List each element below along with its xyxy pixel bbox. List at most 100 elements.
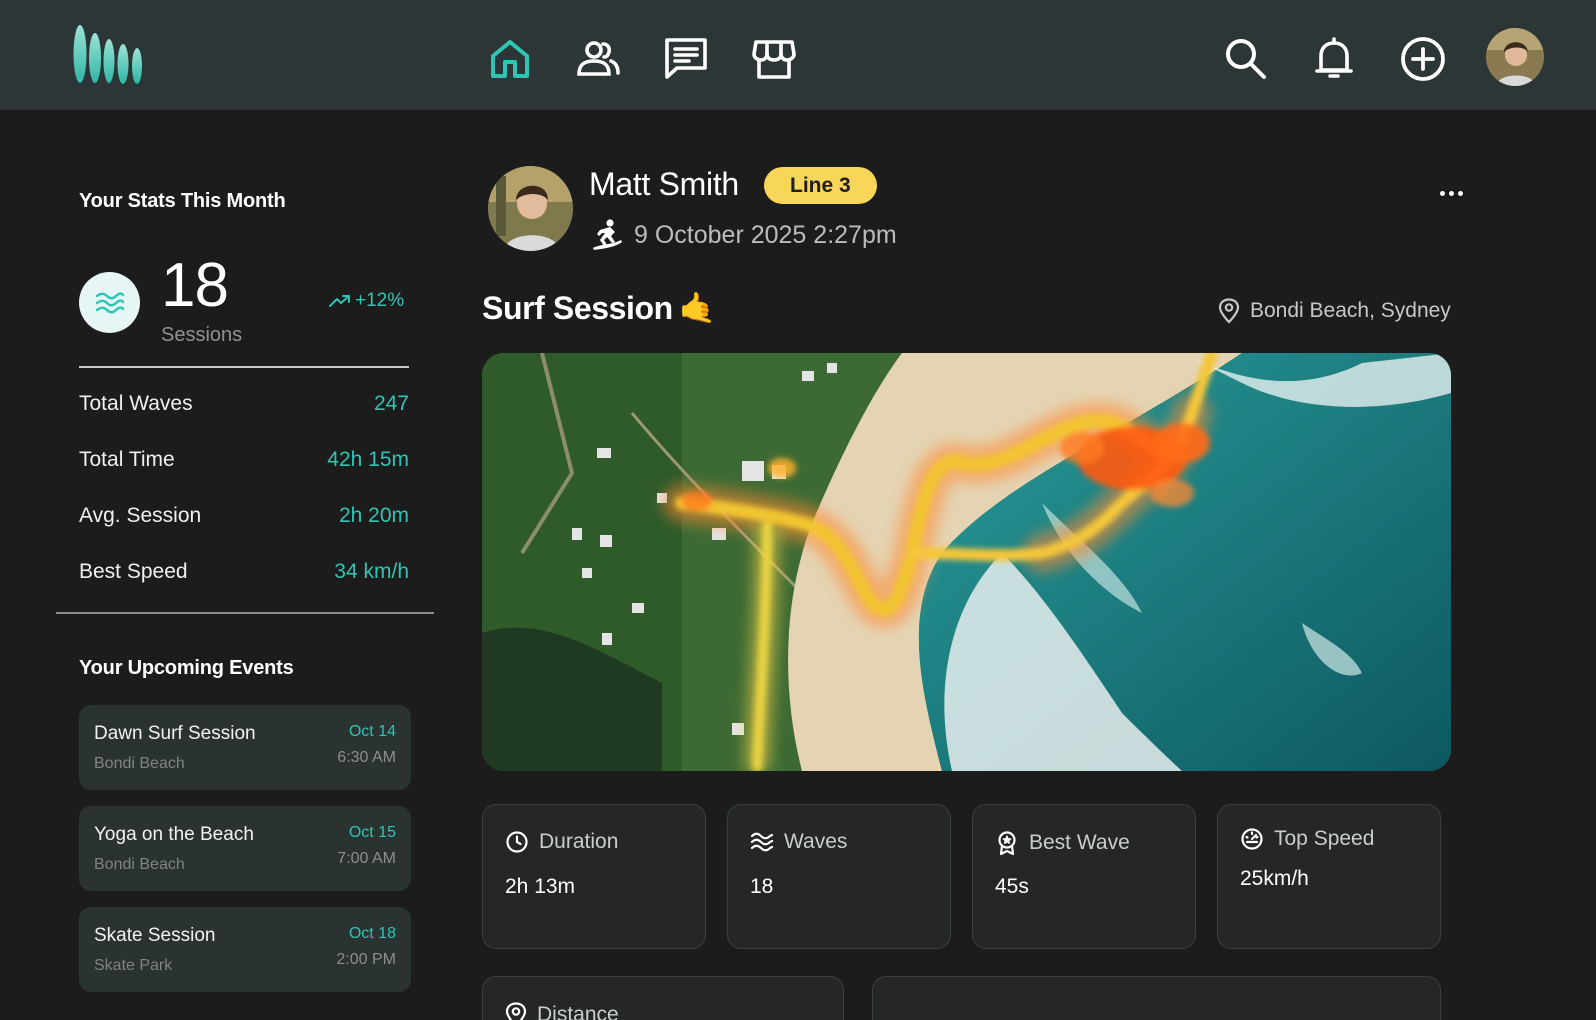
more-options-button[interactable] — [1430, 178, 1472, 208]
line-badge: Line 3 — [764, 167, 877, 204]
event-date: Oct 18 — [348, 925, 396, 942]
metric-header: Distance — [505, 1002, 619, 1020]
event-location: Bondi Beach — [94, 755, 185, 772]
stat-label: Total Waves — [79, 392, 193, 415]
metric-label: Top Speed — [1274, 827, 1375, 850]
metric-header: Waves — [750, 830, 847, 854]
location-pin-icon — [505, 1002, 527, 1020]
event-title: Yoga on the Beach — [94, 824, 254, 845]
bell-icon — [1315, 37, 1353, 78]
stat-row-total-time: Total Time 42h 15m — [79, 448, 409, 472]
user-avatar[interactable] — [1486, 28, 1544, 86]
metric-label: Duration — [539, 830, 619, 853]
nav-community-button[interactable] — [570, 34, 626, 84]
award-icon — [998, 831, 1016, 856]
metric-value: 25km/h — [1240, 867, 1309, 890]
sessions-icon-badge — [79, 272, 140, 333]
sessions-label: Sessions — [161, 324, 243, 346]
stat-row-total-waves: Total Waves 247 — [79, 392, 409, 416]
event-time: 6:30 AM — [337, 749, 396, 766]
metric-header: Top Speed — [1240, 827, 1374, 851]
nav-store-button[interactable] — [746, 34, 802, 84]
post-meta: 9 October 2025 2:27pm — [590, 218, 897, 252]
metric-value: 45s — [995, 875, 1029, 898]
metric-header: Duration — [505, 830, 618, 854]
stats-divider — [79, 366, 409, 368]
event-card[interactable]: Skate Session Skate Park Oct 18 2:00 PM — [79, 907, 411, 992]
sessions-count: 18 — [161, 251, 229, 320]
metric-card-top-speed: Top Speed 25km/h — [1217, 804, 1441, 949]
search-icon — [1226, 39, 1266, 79]
event-location: Bondi Beach — [94, 856, 185, 873]
post-title: Surf Session 🤙 — [482, 290, 716, 327]
event-date: Oct 14 — [348, 723, 396, 740]
author-avatar-image — [488, 166, 573, 251]
metric-card-duration: Duration 2h 13m — [482, 804, 706, 949]
event-date: Oct 15 — [348, 824, 396, 841]
nav-home-button[interactable] — [482, 34, 538, 84]
post-datetime: 9 October 2025 2:27pm — [634, 220, 897, 249]
metric-label: Waves — [784, 830, 848, 853]
waves-icon — [95, 291, 124, 313]
stat-row-best-speed: Best Speed 34 km/h — [79, 560, 409, 584]
stat-label: Best Speed — [79, 560, 188, 583]
clock-icon — [506, 831, 528, 853]
location-pin-icon — [1218, 298, 1240, 324]
trending-up-icon — [329, 295, 350, 307]
dot — [1457, 190, 1463, 196]
metric-label: Best Wave — [1029, 831, 1130, 854]
top-navigation-bar — [0, 0, 1596, 110]
notifications-button[interactable] — [1306, 34, 1362, 84]
location-text: Bondi Beach, Sydney — [1250, 299, 1451, 322]
waves-icon — [750, 832, 774, 852]
post-title-emoji: 🤙 — [678, 292, 716, 325]
metric-value: 2h 13m — [505, 875, 576, 898]
home-icon — [491, 40, 529, 78]
session-heatmap[interactable] — [482, 353, 1451, 771]
sidebar-divider — [56, 612, 434, 614]
event-card[interactable]: Dawn Surf Session Bondi Beach Oct 14 6:3… — [79, 705, 411, 790]
metric-card-chart — [872, 976, 1441, 1020]
trend-value: +12% — [355, 290, 405, 311]
stat-label: Avg. Session — [79, 504, 202, 527]
surfer-icon — [593, 219, 622, 250]
event-time: 7:00 AM — [337, 850, 396, 867]
add-circle-icon — [1401, 37, 1445, 81]
post-location[interactable]: Bondi Beach, Sydney — [1218, 298, 1451, 324]
metric-header: Best Wave — [995, 830, 1130, 856]
store-icon — [752, 40, 796, 79]
search-button[interactable] — [1218, 34, 1274, 84]
app-logo-icon[interactable] — [72, 24, 158, 86]
speedometer-icon — [1241, 828, 1263, 850]
author-name[interactable]: Matt Smith — [589, 166, 739, 203]
messages-icon — [665, 38, 707, 79]
community-icon — [577, 41, 620, 76]
metric-card-waves: Waves 18 — [727, 804, 951, 949]
event-title: Dawn Surf Session — [94, 723, 256, 744]
metric-label: Distance — [537, 1003, 619, 1020]
sessions-trend: +12% — [329, 290, 404, 312]
event-time: 2:00 PM — [336, 951, 396, 968]
avatar-image — [1486, 28, 1544, 86]
stat-value: 42h 15m — [327, 448, 409, 471]
author-avatar[interactable] — [488, 166, 573, 251]
stats-title: Your Stats This Month — [79, 190, 286, 212]
create-post-button[interactable] — [1395, 34, 1451, 84]
event-card[interactable]: Yoga on the Beach Bondi Beach Oct 15 7:0… — [79, 806, 411, 891]
metric-card-best-wave: Best Wave 45s — [972, 804, 1196, 949]
metric-value: 18 — [750, 875, 774, 898]
stat-value: 247 — [373, 392, 409, 415]
event-title: Skate Session — [94, 925, 216, 946]
stat-label: Total Time — [79, 448, 175, 471]
stat-row-avg-session: Avg. Session 2h 20m — [79, 504, 409, 528]
nav-messages-button[interactable] — [658, 34, 714, 84]
stat-value: 2h 20m — [338, 504, 409, 527]
dot — [1448, 190, 1454, 196]
post-title-text: Surf Session — [482, 290, 673, 326]
event-location: Skate Park — [94, 957, 173, 974]
dot — [1439, 190, 1445, 196]
satellite-map-image — [482, 353, 1451, 771]
stat-value: 34 km/h — [334, 560, 409, 583]
metric-card-distance: Distance — [482, 976, 844, 1020]
events-title: Your Upcoming Events — [79, 657, 294, 679]
